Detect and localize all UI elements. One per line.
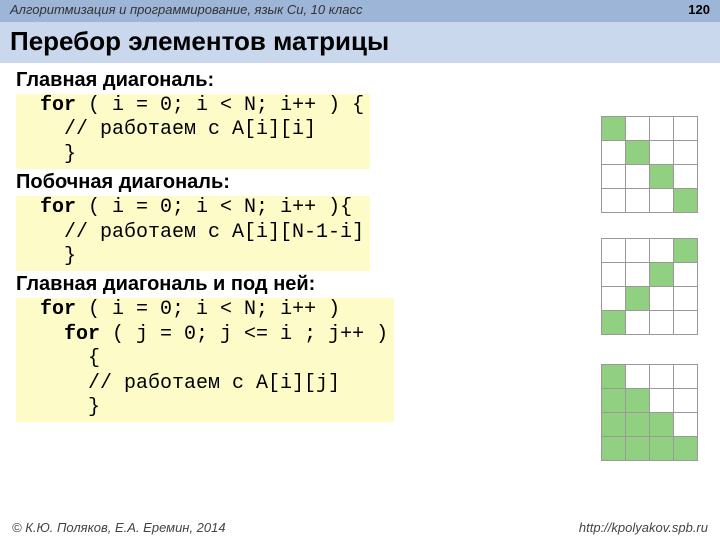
matrix-diagram	[601, 116, 698, 213]
course-label: Алгоритмизация и программирование, язык …	[10, 2, 362, 17]
section-heading: Главная диагональ:	[16, 69, 704, 92]
slide-title: Перебор элементов матрицы	[0, 22, 720, 63]
code-block: for ( i = 0; i < N; i++ ) { // работаем …	[16, 94, 370, 169]
slide-footer: © К.Ю. Поляков, Е.А. Еремин, 2014 http:/…	[0, 520, 720, 535]
footer-link: http://kpolyakov.spb.ru	[579, 520, 708, 535]
code-block: for ( i = 0; i < N; i++ ){ // работаем с…	[16, 196, 370, 271]
slide-header: Алгоритмизация и программирование, язык …	[0, 0, 720, 22]
matrix-diagram	[601, 364, 698, 461]
code-block: for ( i = 0; i < N; i++ ) for ( j = 0; j…	[16, 298, 394, 422]
copyright: © К.Ю. Поляков, Е.А. Еремин, 2014	[12, 520, 226, 535]
page-number: 120	[688, 2, 710, 17]
matrix-diagram	[601, 238, 698, 335]
